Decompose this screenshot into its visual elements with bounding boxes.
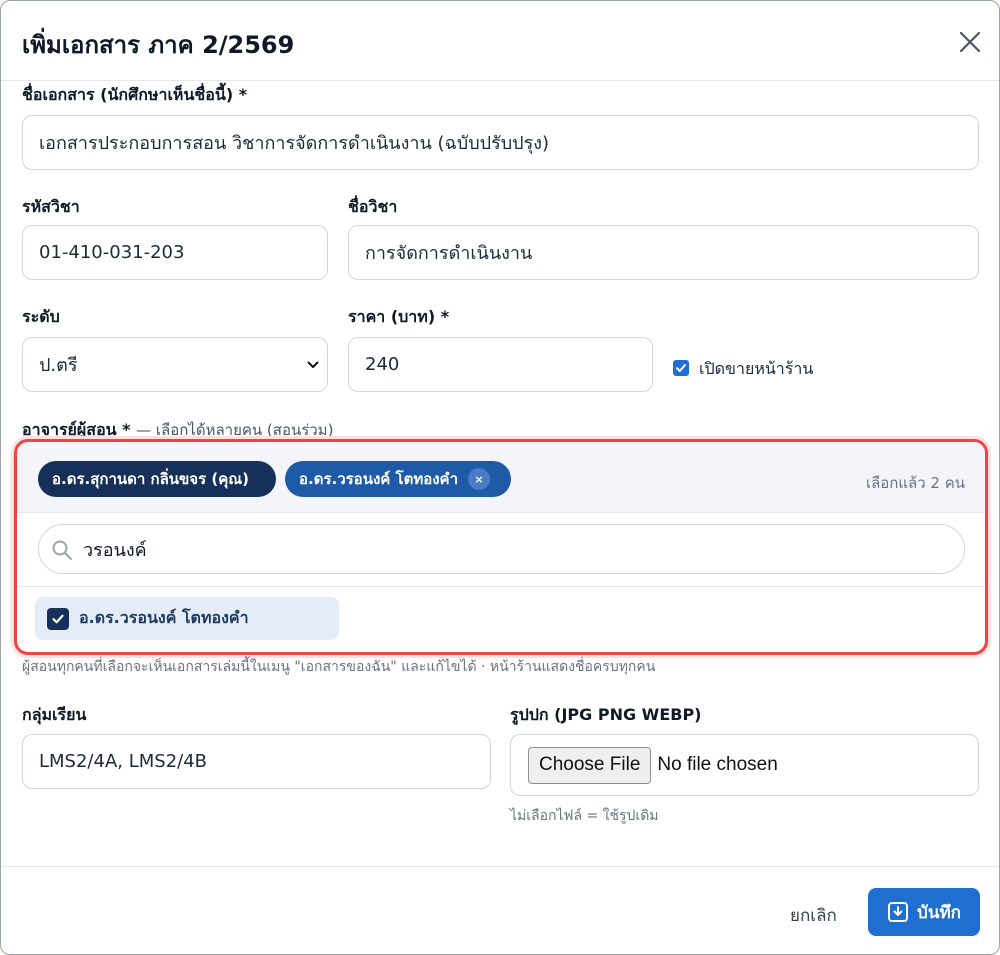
course-code-value: 01-410-031-203: [39, 242, 185, 263]
teacher-result-item[interactable]: อ.ดร.วรอนงค์ โตทองคำ: [35, 597, 339, 640]
dialog-header: เพิ่มเอกสาร ภาค 2/2569: [1, 1, 999, 81]
price-label: ราคา (บาท) *: [348, 307, 450, 326]
course-name-value: การจัดการดำเนินงาน: [365, 243, 533, 264]
teacher-search-row: วรอนงค์: [17, 512, 985, 587]
dialog-footer: ยกเลิก บันทึก: [1, 866, 999, 954]
choose-file-button[interactable]: Choose File: [528, 746, 652, 784]
save-button[interactable]: บันทึก: [868, 888, 980, 936]
cover-note: ไม่เลือกไฟล์ = ใช้รูปเดิม: [510, 808, 659, 824]
teachers-note: ผู้สอนทุกคนที่เลือกจะเห็นเอกสารเล่มนี้ใน…: [22, 659, 656, 675]
cancel-button[interactable]: ยกเลิก: [790, 902, 837, 929]
close-icon[interactable]: [955, 27, 985, 57]
price-input[interactable]: 240: [348, 337, 653, 392]
course-code-label: รหัสวิชา: [22, 197, 80, 216]
selected-count: เลือกแล้ว 2 คน: [865, 474, 965, 492]
save-label: บันทึก: [917, 902, 961, 923]
chip-remove-icon[interactable]: ×: [468, 468, 491, 490]
level-value: ป.ตรี: [39, 355, 78, 376]
teacher-chip-label: อ.ดร.วรอนงค์ โตทองคำ: [299, 470, 459, 488]
check-icon: [676, 364, 686, 372]
search-icon: [52, 540, 72, 560]
price-value: 240: [365, 354, 400, 375]
groups-value: LMS2/4A, LMS2/4B: [39, 751, 208, 772]
level-label: ระดับ: [22, 307, 60, 326]
result-checkbox[interactable]: [47, 607, 69, 630]
chevron-down-icon: [307, 361, 319, 368]
cover-label: รูปปก (JPG PNG WEBP): [510, 705, 702, 724]
course-name-label: ชื่อวิชา: [348, 197, 398, 216]
add-document-dialog: เพิ่มเอกสาร ภาค 2/2569 ชื่อเอกสาร (นักศึ…: [0, 0, 1000, 955]
teacher-picker: อ.ดร.สุกานดา กลิ่นขจร (คุณ) อ.ดร.วรอนงค์…: [14, 439, 988, 655]
doc-name-value: เอกสารประกอบการสอน วิชาการจัดการดำเนินงา…: [39, 133, 550, 154]
doc-name-label: ชื่อเอกสาร (นักศึกษาเห็นชื่อนี้) *: [22, 85, 248, 104]
storefront-label: เปิดขายหน้าร้าน: [699, 359, 814, 378]
groups-input[interactable]: LMS2/4A, LMS2/4B: [22, 734, 491, 789]
teacher-chip: อ.ดร.สุกานดา กลิ่นขจร (คุณ): [38, 461, 276, 497]
teacher-chip-label: อ.ดร.สุกานดา กลิ่นขจร (คุณ): [52, 470, 250, 488]
file-status: No file chosen: [657, 754, 778, 775]
groups-label: กลุ่มเรียน: [22, 705, 87, 724]
selected-teachers-row: อ.ดร.สุกานดา กลิ่นขจร (คุณ) อ.ดร.วรอนงค์…: [17, 442, 985, 513]
teachers-label-text: อาจารย์ผู้สอน *: [22, 420, 131, 439]
save-download-icon: [888, 902, 909, 922]
check-icon: [52, 614, 64, 623]
teacher-chip: อ.ดร.วรอนงค์ โตทองคำ ×: [285, 461, 511, 497]
level-select[interactable]: ป.ตรี: [22, 337, 328, 392]
dialog-title: เพิ่มเอกสาร ภาค 2/2569: [22, 31, 295, 59]
doc-name-input[interactable]: เอกสารประกอบการสอน วิชาการจัดการดำเนินงา…: [22, 115, 979, 170]
course-name-input[interactable]: การจัดการดำเนินงาน: [348, 225, 979, 280]
teachers-hint: — เลือกได้หลายคน (สอนร่วม): [136, 421, 334, 439]
storefront-checkbox[interactable]: [673, 360, 689, 376]
course-code-input[interactable]: 01-410-031-203: [22, 225, 328, 280]
cover-file-input[interactable]: Choose File No file chosen: [510, 734, 979, 796]
teacher-result-label: อ.ดร.วรอนงค์ โตทองคำ: [79, 608, 249, 627]
teacher-search-value: วรอนงค์: [83, 539, 147, 561]
teacher-search-input[interactable]: วรอนงค์: [38, 524, 965, 574]
